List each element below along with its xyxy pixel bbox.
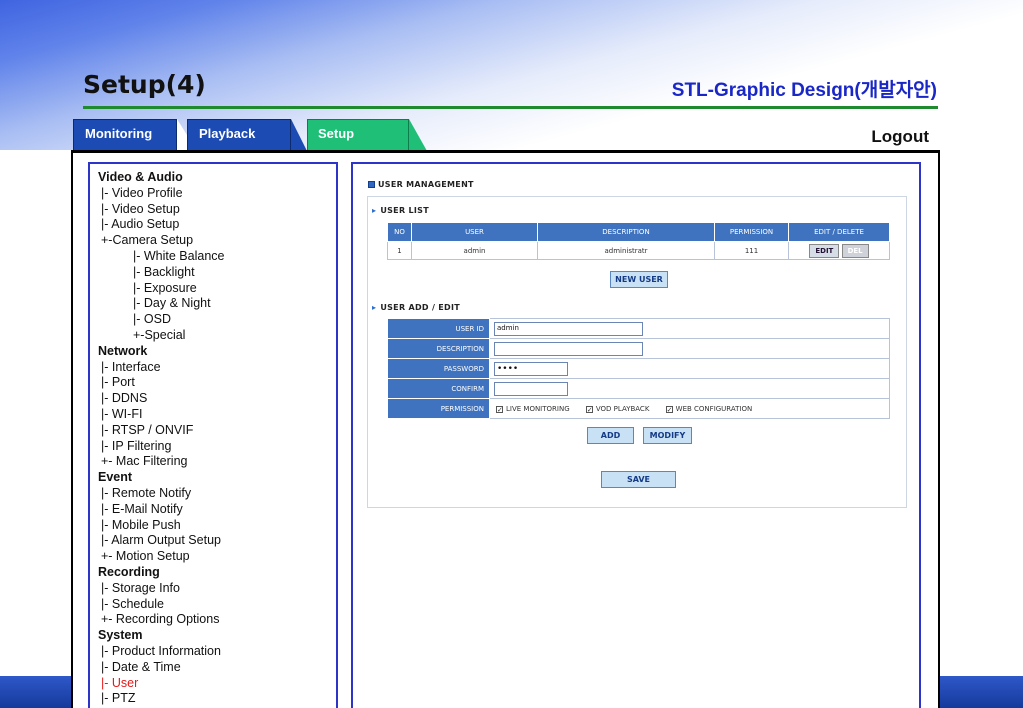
password-label: PASSWORD — [387, 358, 490, 379]
confirm-label: CONFIRM — [387, 378, 490, 399]
delete-button[interactable]: DEL — [841, 243, 869, 258]
confirm-input[interactable] — [494, 381, 568, 396]
menu-category: Event — [98, 470, 133, 485]
column-header: NO — [387, 222, 412, 242]
modify-button[interactable]: MODIFY — [643, 427, 692, 444]
user-id-input[interactable]: admin — [494, 321, 643, 336]
section-square-icon — [368, 181, 375, 188]
triangle-bullet-icon: ▸ — [372, 206, 377, 215]
user-management-heading: USER MANAGEMENT — [368, 180, 474, 189]
setup-menu: Video & Audio |- Video Profile |- Video Se… — [98, 170, 224, 708]
menu-item[interactable]: |- DDNS — [98, 391, 224, 407]
cell-no: 1 — [387, 241, 412, 260]
user-id-label: USER ID — [387, 318, 490, 339]
slide-title: Setup(4) — [83, 70, 206, 99]
user-management-panel: USER MANAGEMENT ▸ USER LIST NO USER DESCR… — [351, 162, 921, 708]
menu-category: Network — [98, 343, 148, 358]
column-header: EDIT / DELETE — [788, 222, 890, 242]
menu-item[interactable]: |- OSD — [98, 312, 224, 328]
column-header: USER — [411, 222, 538, 242]
menu-item[interactable]: |- Exposure — [98, 281, 224, 297]
vod-playback-checkbox[interactable]: ✓ — [585, 405, 593, 413]
tab-monitoring[interactable]: Monitoring — [73, 119, 177, 151]
menu-item[interactable]: |- Day & Night — [98, 296, 224, 312]
menu-item[interactable]: |- E-Mail Notify — [98, 502, 224, 518]
triangle-bullet-icon: ▸ — [372, 303, 377, 312]
password-input[interactable]: •••• — [494, 361, 568, 376]
tab-setup[interactable]: Setup — [307, 119, 409, 151]
edit-button[interactable]: EDIT — [809, 243, 840, 258]
menu-item[interactable]: |- Alarm Output Setup — [98, 533, 224, 549]
menu-item[interactable]: +-Camera Setup — [98, 233, 224, 249]
menu-item[interactable]: |- Audio Setup — [98, 217, 224, 233]
cell-description: administratr — [537, 241, 715, 260]
description-input[interactable] — [494, 341, 643, 356]
menu-item[interactable]: |- Remote Notify — [98, 486, 224, 502]
permission-label: PERMISSION — [387, 398, 490, 419]
tab-underline — [71, 150, 940, 152]
menu-item[interactable]: +-Special — [98, 328, 224, 344]
tab-playback[interactable]: Playback — [187, 119, 291, 151]
user-management-box: ▸ USER LIST NO USER DESCRIPTION PERMISSIO… — [367, 196, 907, 508]
description-label: DESCRIPTION — [387, 338, 490, 359]
table-row[interactable]: 1 admin administratr 111 EDIT DEL — [387, 241, 890, 260]
web-configuration-checkbox[interactable]: ✓ — [665, 405, 673, 413]
menu-item[interactable]: |- User — [98, 676, 224, 692]
logout-link[interactable]: Logout — [871, 127, 929, 147]
menu-item[interactable]: |- IP Filtering — [98, 439, 224, 455]
slide-subtitle: STL-Graphic Design(개발자안) — [671, 80, 937, 101]
slide: Setup(4) STL-Graphic Design(개발자안) Monito… — [0, 0, 1023, 708]
tab-notch — [291, 119, 307, 151]
menu-item[interactable]: |- Port — [98, 375, 224, 391]
menu-item[interactable]: |- Product Information — [98, 644, 224, 660]
add-button[interactable]: ADD — [587, 427, 634, 444]
live-monitoring-label: LIVE MONITORING — [506, 404, 570, 413]
column-header: PERMISSION — [714, 222, 789, 242]
menu-item[interactable]: |- Schedule — [98, 597, 224, 613]
menu-item[interactable]: |- Video Profile — [98, 186, 224, 202]
user-list-heading: ▸ USER LIST — [372, 206, 429, 215]
menu-category: System — [98, 628, 143, 643]
column-header: DESCRIPTION — [537, 222, 715, 242]
web-configuration-label: WEB CONFIGURATION — [675, 404, 753, 413]
new-user-button[interactable]: NEW USER — [610, 271, 668, 288]
setup-menu-panel: Video & Audio |- Video Profile |- Video Se… — [88, 162, 338, 708]
cell-permission: 111 — [714, 241, 789, 260]
user-add-edit-heading: ▸ USER ADD / EDIT — [372, 303, 460, 312]
title-divider — [83, 106, 938, 109]
menu-item[interactable]: |- Interface — [98, 360, 224, 376]
menu-item[interactable]: +- Recording Options — [98, 612, 224, 628]
menu-category: Recording — [98, 564, 160, 579]
menu-item[interactable]: |- PTZ — [98, 691, 224, 707]
vod-playback-label: VOD PLAYBACK — [595, 404, 650, 413]
tab-notch — [409, 119, 427, 151]
user-list-table: NO USER DESCRIPTION PERMISSION EDIT / DE… — [387, 222, 890, 260]
menu-item[interactable]: |- RTSP / ONVIF — [98, 423, 224, 439]
save-button[interactable]: SAVE — [601, 471, 676, 488]
cell-actions: EDIT DEL — [788, 241, 890, 260]
menu-item[interactable]: +- Mac Filtering — [98, 454, 224, 470]
menu-item[interactable]: |- Date & Time — [98, 660, 224, 676]
menu-item[interactable]: |- White Balance — [98, 249, 224, 265]
menu-item[interactable]: |- Video Setup — [98, 202, 224, 218]
user-form: USER ID admin DESCRIPTION PASSWORD •••• … — [387, 318, 890, 419]
menu-item[interactable]: |- Backlight — [98, 265, 224, 281]
menu-item[interactable]: |- Mobile Push — [98, 518, 224, 534]
cell-user: admin — [411, 241, 538, 260]
live-monitoring-checkbox[interactable]: ✓ — [496, 405, 503, 413]
menu-category: Video & Audio — [98, 170, 183, 184]
menu-item[interactable]: +- Motion Setup — [98, 549, 224, 565]
menu-item[interactable]: |- WI-FI — [98, 407, 224, 423]
menu-item[interactable]: |- Storage Info — [98, 581, 224, 597]
